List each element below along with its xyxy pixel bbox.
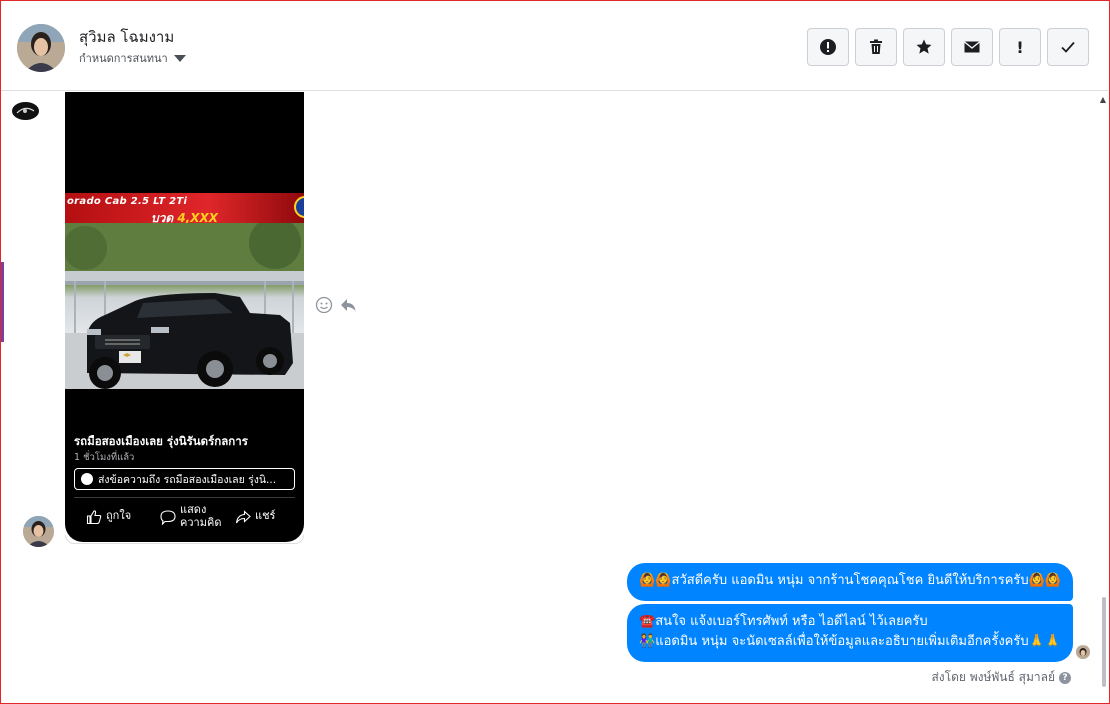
follow-up-button[interactable]: ! xyxy=(999,28,1041,66)
exclamation-icon: ! xyxy=(1016,37,1024,57)
comment-label-line1: แสดง xyxy=(180,503,207,516)
outgoing-message[interactable]: 🙆🙆สวัสดีครับ แอดมิน หนุ่ม จากร้านโชคคุณโ… xyxy=(627,563,1073,601)
checkmark-icon xyxy=(1061,41,1075,53)
scroll-up-arrow-icon[interactable]: ▲ xyxy=(1100,95,1106,104)
conversation-toolbar: ! xyxy=(807,28,1089,66)
sent-by-text: ส่งโดย พงษ์พันธ์ สุมาลย์ xyxy=(931,670,1055,684)
done-button[interactable] xyxy=(1047,28,1089,66)
caret-down-icon xyxy=(173,55,186,62)
comment-button[interactable]: แสดง ความคิด xyxy=(160,503,221,529)
like-button[interactable]: ถูกใจ xyxy=(86,509,131,525)
page-avatar xyxy=(12,102,39,120)
message-text: 🙆🙆สวัสดีครับ แอดมิน หนุ่ม จากร้านโชคคุณโ… xyxy=(639,573,1061,588)
share-label: แชร์ xyxy=(255,509,276,522)
envelope-icon xyxy=(964,41,980,53)
share-button[interactable]: แชร์ xyxy=(235,509,275,525)
post-title[interactable]: รถมือสองเมืองเลย รุ่งนิรันดร์กลการ xyxy=(74,433,248,451)
scrollbar-thumb[interactable] xyxy=(1102,597,1106,687)
mark-unread-button[interactable] xyxy=(951,28,993,66)
send-message-button[interactable]: ส่งข้อความถึง รถมือสองเมืองเลย รุ่งนิ... xyxy=(74,468,295,490)
reply-arrow-icon[interactable] xyxy=(339,296,357,314)
left-edge-strip xyxy=(1,262,4,342)
smiley-reaction-icon[interactable] xyxy=(315,296,333,314)
star-icon xyxy=(916,39,932,54)
star-button[interactable] xyxy=(903,28,945,66)
comment-label-line2: ความคิด xyxy=(180,516,222,529)
shared-post-card[interactable]: orado Cab 2.5 LT 2Ti บวด 4,XXX รถมือสองเ… xyxy=(65,92,304,542)
post-timestamp: 1 ชั่วโมงที่แล้ว xyxy=(74,452,135,463)
spam-report-button[interactable] xyxy=(807,28,849,66)
message-thread[interactable]: ▲ orado Cab 2.5 LT 2Ti บวด 4,XXX รถมือสอ… xyxy=(1,92,1108,703)
exclamation-circle-icon xyxy=(820,39,836,55)
contact-avatar[interactable] xyxy=(17,24,65,72)
sent-by-label: ส่งโดย พงษ์พันธ์ สุมาลย์ ? xyxy=(931,668,1071,687)
comment-bubble-icon xyxy=(160,510,176,525)
message-text-line1: ☎️สนใจ แจ้งเบอร์โทรศัพท์ หรือ ไอดีไลน์ ไ… xyxy=(639,614,928,629)
banner-model-text: orado Cab 2.5 LT 2Ti xyxy=(67,196,188,207)
outgoing-message[interactable]: ☎️สนใจ แจ้งเบอร์โทรศัพท์ หรือ ไอดีไลน์ ไ… xyxy=(627,604,1073,662)
card-border xyxy=(65,535,304,544)
send-message-label: ส่งข้อความถึง รถมือสองเมืองเลย รุ่งนิ... xyxy=(98,473,277,486)
like-label: ถูกใจ xyxy=(106,509,132,522)
conversation-header: สุวิมล โฉมงาม กำหนดการสนทนา ! xyxy=(1,1,1108,91)
sender-avatar[interactable] xyxy=(23,516,54,547)
delete-button[interactable] xyxy=(855,28,897,66)
message-text-line2: 👫แอดมิน หนุ่ม จะนัดเซลล์เพื่อให้ข้อมูลแล… xyxy=(639,634,1061,649)
post-actions: ถูกใจ แสดง ความคิด แชร์ xyxy=(65,503,304,535)
card-divider xyxy=(74,497,295,498)
contact-name: สุวิมล โฉมงาม xyxy=(79,28,175,46)
messenger-icon xyxy=(81,473,93,485)
read-receipt-avatar xyxy=(1076,645,1090,659)
message-actions xyxy=(315,296,357,314)
thumbs-up-icon xyxy=(86,510,102,525)
post-photo[interactable] xyxy=(65,223,304,389)
trash-icon xyxy=(870,39,882,54)
help-icon[interactable]: ? xyxy=(1059,671,1071,684)
schedule-dropdown[interactable]: กำหนดการสนทนา xyxy=(79,49,186,67)
schedule-label: กำหนดการสนทนา xyxy=(79,52,168,65)
share-arrow-icon xyxy=(235,510,251,524)
